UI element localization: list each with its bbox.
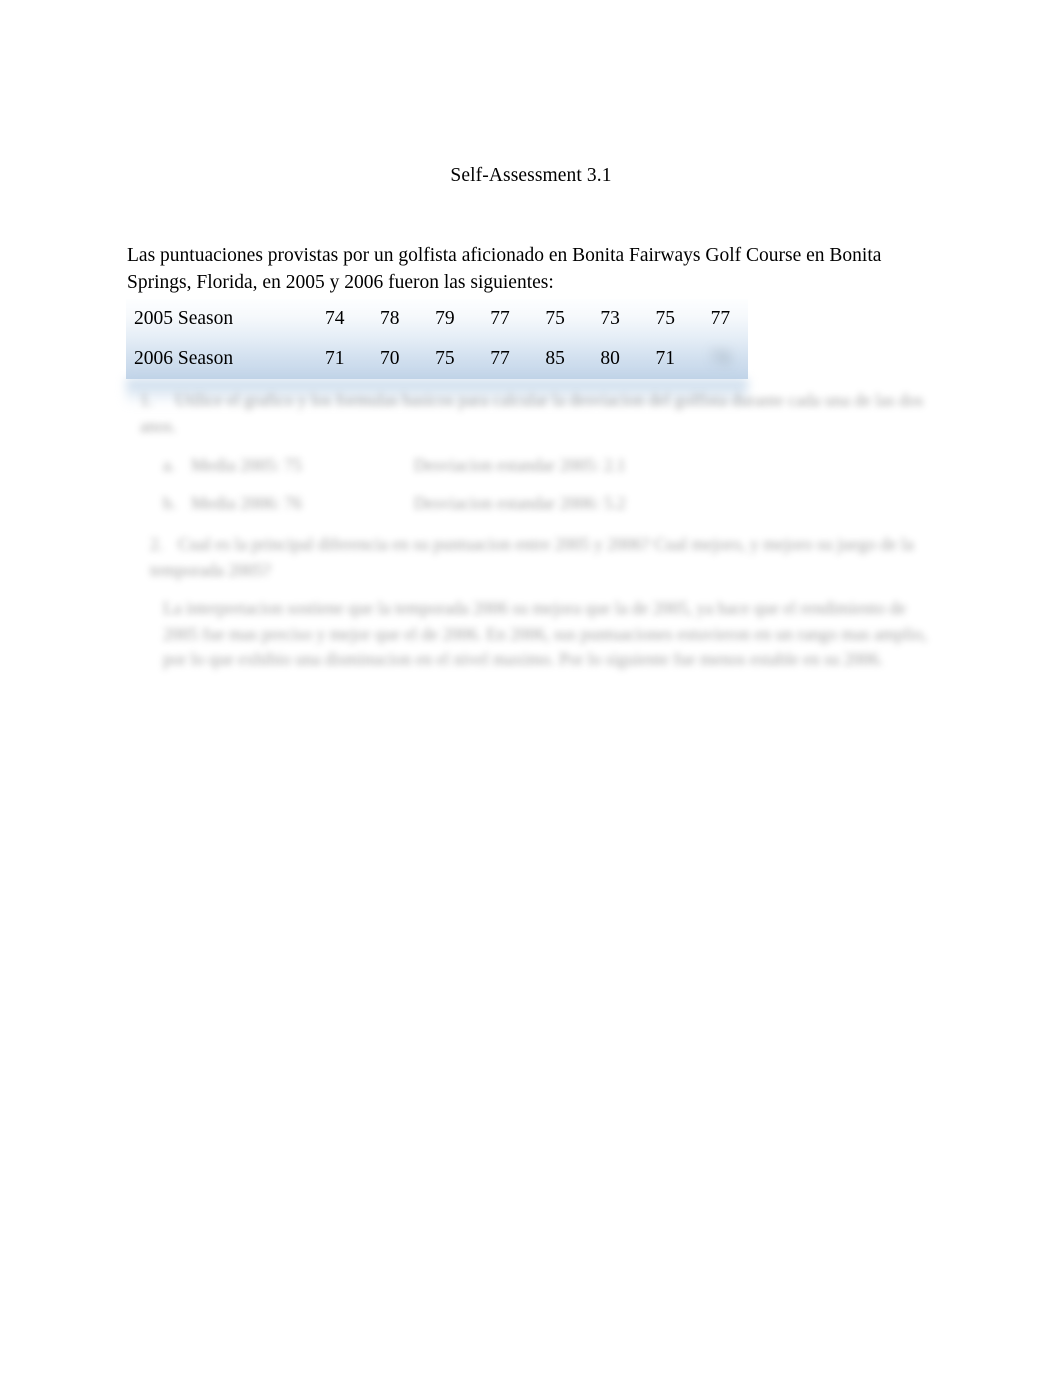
part-a-mean: Media 2005: 75 (191, 455, 302, 475)
cell-2005-5: 75 (545, 308, 565, 329)
cell-2006-4: 77 (490, 348, 510, 369)
question-2-marker: 2. (150, 534, 164, 554)
part-b-marker: b. (163, 493, 177, 513)
cell-2005-2: 78 (380, 308, 400, 329)
question-2: 2. Cual es la principal diferencia en su… (150, 532, 940, 583)
golf-scores-table: 2005 Season 74 78 79 77 75 73 75 77 2006… (126, 299, 748, 379)
cell-2006-5: 85 (545, 348, 565, 369)
cell-2005-8: 77 (710, 308, 731, 329)
cell-2006-2: 70 (380, 348, 400, 369)
question-1-part-a: a. Media 2005: 75 Desviacion estandar 2005… (163, 453, 723, 479)
document-page: Self-Assessment 3.1 Las puntuaciones pro… (0, 0, 1062, 1377)
cell-2006-7: 71 (655, 348, 676, 369)
part-b-mean: Media 2006: 76 (191, 493, 302, 513)
cell-2005-7: 75 (655, 308, 676, 329)
cell-2005-1: 74 (324, 308, 345, 329)
cell-2006-6: 80 (600, 348, 620, 369)
table-row: 2006 Season 71 70 75 77 85 80 71 78 (126, 339, 748, 379)
row-label-2005: 2005 Season (134, 308, 234, 329)
cell-2006-1: 71 (324, 348, 345, 369)
cell-2005-4: 77 (490, 308, 510, 329)
question-1: 1. Utilice el grafico y los formulas bas… (140, 388, 930, 439)
table-row: 2005 Season 74 78 79 77 75 73 75 77 (126, 299, 748, 339)
part-b-stddev: Desviacion estandar 2006: 5.2 (413, 493, 626, 513)
part-a-stddev: Desviacion estandar 2005: 2.1 (413, 455, 626, 475)
question-1-part-b: b. Media 2006: 76 Desviacion estandar 2006… (163, 491, 723, 517)
cell-2006-3: 75 (435, 348, 455, 369)
row-label-2006: 2006 Season (134, 348, 234, 369)
question-2-answer: La interpretacion sostiene que la tempor… (163, 598, 928, 669)
cell-2005-6: 73 (600, 308, 620, 329)
question-1-marker: 1. (140, 390, 154, 410)
obscured-value: 78 (710, 348, 731, 369)
cell-2006-8-obscured: 78 (693, 339, 748, 379)
question-2-text: Cual es la principal diferencia en su pu… (150, 534, 914, 580)
cell-2005-3: 79 (435, 308, 455, 329)
question-1-text: Utilice el grafico y los formulas basico… (140, 390, 924, 436)
page-title: Self-Assessment 3.1 (450, 165, 612, 186)
part-a-marker: a. (163, 455, 176, 475)
table-body: 2005 Season 74 78 79 77 75 73 75 77 2006… (126, 299, 748, 379)
intro-paragraph: Las puntuaciones provistas por un golfis… (127, 245, 882, 293)
